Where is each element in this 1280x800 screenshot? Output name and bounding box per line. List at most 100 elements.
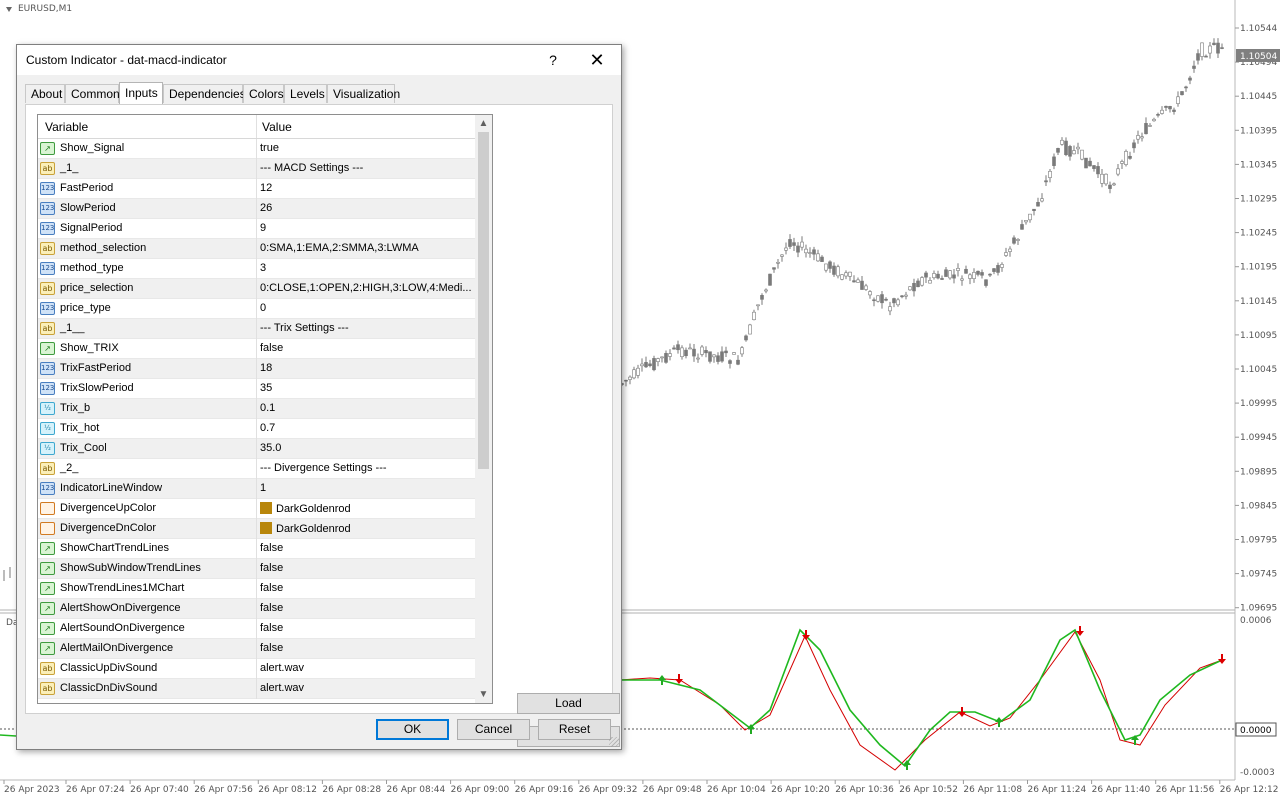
variable-value[interactable]: false [260,342,472,354]
variable-value[interactable]: 12 [260,182,472,194]
grid-row[interactable]: 123 method_type 3 [38,259,475,279]
variable-value[interactable]: --- MACD Settings --- [260,162,472,174]
resize-grip-icon[interactable] [609,737,619,747]
cancel-button[interactable]: Cancel [457,719,530,740]
grid-row[interactable]: ↗ AlertMailOnDivergence false [38,639,475,659]
grid-row[interactable]: ab ClassicUpDivSound alert.wav [38,659,475,679]
variable-value[interactable]: false [260,542,472,554]
variable-value[interactable]: alert.wav [260,682,472,694]
scroll-thumb[interactable] [478,132,489,469]
candle-body [996,265,1000,273]
variable-value[interactable]: 0.1 [260,402,472,414]
grid-row[interactable]: ab ClassicDnDivSound alert.wav [38,679,475,699]
variable-value[interactable]: --- Trix Settings --- [260,322,472,334]
column-header-variable[interactable]: Variable [45,120,88,134]
grid-row[interactable]: ↗ AlertSoundOnDivergence false [38,619,475,639]
grid-row[interactable]: 123 price_type 0 [38,299,475,319]
variable-value[interactable]: DarkGoldenrod [260,502,472,515]
variable-value[interactable]: 18 [260,362,472,374]
load-button[interactable]: Load [517,693,620,714]
grid-row[interactable]: DivergenceUpColor DarkGoldenrod [38,499,475,519]
variable-value[interactable]: false [260,582,472,594]
up-arrow-icon [658,675,666,685]
help-button[interactable]: ? [543,49,563,71]
grid-scrollbar[interactable]: ▲ ▼ [475,115,492,703]
variable-value[interactable]: 35.0 [260,442,472,454]
grid-row[interactable]: ↗ AlertShowOnDivergence false [38,599,475,619]
color-swatch[interactable] [260,502,272,514]
grid-row[interactable]: ½ Trix_Cool 35.0 [38,439,475,459]
variable-value[interactable]: 1 [260,482,472,494]
grid-row[interactable]: ½ Trix_hot 0.7 [38,419,475,439]
grid-row[interactable]: ↗ ShowChartTrendLines false [38,539,475,559]
reset-button[interactable]: Reset [538,719,611,740]
candle-body [1108,184,1112,189]
scroll-up-icon[interactable]: ▲ [475,115,492,132]
grid-row[interactable]: 123 SlowPeriod 26 [38,199,475,219]
tab-inputs[interactable]: Inputs [119,82,163,104]
grid-row[interactable]: ↗ Show_TRIX false [38,339,475,359]
variable-value[interactable]: false [260,622,472,634]
grid-row[interactable]: ab method_selection 0:SMA,1:EMA,2:SMMA,3:L… [38,239,475,259]
candle-body [1120,161,1124,164]
grid-row[interactable]: 123 SignalPeriod 9 [38,219,475,239]
candle-body [800,241,804,248]
candle-body [668,353,672,357]
time-tick-label: 26 Apr 07:40 [130,785,189,795]
tab-visualization[interactable]: Visualization [327,84,400,103]
dialog-titlebar[interactable]: Custom Indicator - dat-macd-indicator ? … [17,45,621,75]
grid-row[interactable]: ↗ ShowTrendLines1MChart false [38,579,475,599]
time-tick-label: 26 Apr 07:56 [194,785,253,795]
column-header-value[interactable]: Value [262,120,292,134]
variable-value[interactable]: 0.7 [260,422,472,434]
grid-row[interactable]: ↗ Show_Signal true [38,139,475,159]
tab-levels[interactable]: Levels [284,84,327,103]
grid-row[interactable]: ½ Trix_b 0.1 [38,399,475,419]
color-swatch[interactable] [260,522,272,534]
scroll-down-icon[interactable]: ▼ [475,686,492,703]
close-button[interactable]: ✕ [585,49,609,71]
tab-common[interactable]: Common [65,84,120,103]
variable-value[interactable]: false [260,602,472,614]
time-tick-label: 26 Apr 09:32 [579,785,638,795]
tab-about[interactable]: About [25,84,65,103]
variable-value[interactable]: 9 [260,222,472,234]
grid-row[interactable]: 123 TrixSlowPeriod 35 [38,379,475,399]
inputs-grid[interactable]: Variable Value ↗ Show_Signal true ab _1_ --- … [37,114,493,704]
variable-name: Trix_hot [60,422,100,434]
variable-value[interactable]: 0 [260,302,472,314]
variable-name: DivergenceDnColor [60,522,156,534]
candle-body [880,294,884,304]
grid-row[interactable]: ↗ ShowSubWindowTrendLines false [38,559,475,579]
variable-value[interactable]: 0:SMA,1:EMA,2:SMMA,3:LWMA [260,242,472,254]
variable-value[interactable]: DarkGoldenrod [260,522,472,535]
grid-row[interactable]: ab _2_ --- Divergence Settings --- [38,459,475,479]
variable-value[interactable]: alert.wav [260,662,472,674]
candle-body [892,298,896,304]
variable-value[interactable]: 0:CLOSE,1:OPEN,2:HIGH,3:LOW,4:Medi... [260,282,472,294]
grid-row[interactable]: ab _1_ --- MACD Settings --- [38,159,475,179]
candle-body [712,354,716,358]
grid-row[interactable]: 123 IndicatorLineWindow 1 [38,479,475,499]
grid-row[interactable]: ab _1__ --- Trix Settings --- [38,319,475,339]
variable-value[interactable]: 35 [260,382,472,394]
variable-value[interactable]: true [260,142,472,154]
grid-row[interactable]: 123 FastPeriod 12 [38,179,475,199]
grid-row[interactable]: ab price_selection 0:CLOSE,1:OPEN,2:HIGH,3… [38,279,475,299]
symbol-dropdown-icon[interactable] [6,7,12,12]
current-price-label: 1.10504 [1240,52,1277,62]
variable-value[interactable]: 3 [260,262,472,274]
variable-name: Show_Signal [60,142,125,154]
variable-value[interactable]: --- Divergence Settings --- [260,462,472,474]
grid-row[interactable]: 123 TrixFastPeriod 18 [38,359,475,379]
int-type-icon: 123 [40,482,55,495]
tab-colors[interactable]: Colors [243,84,284,103]
ok-button[interactable]: OK [376,719,449,740]
candle-body [1092,165,1096,169]
variable-value[interactable]: false [260,642,472,654]
tab-dependencies[interactable]: Dependencies [163,84,246,103]
grid-row[interactable]: DivergenceDnColor DarkGoldenrod [38,519,475,539]
variable-value[interactable]: false [260,562,472,574]
variable-value[interactable]: 26 [260,202,472,214]
candle-body [1124,151,1128,165]
